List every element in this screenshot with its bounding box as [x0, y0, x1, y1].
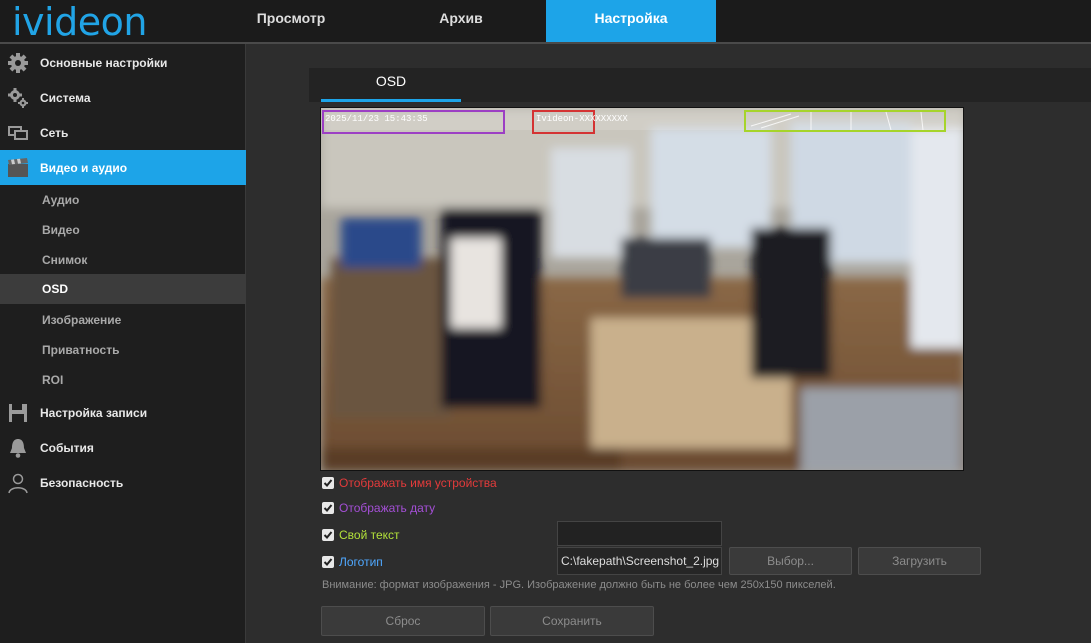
sidebar-item-network[interactable]: Сеть	[0, 115, 246, 150]
film-icon	[7, 157, 29, 179]
user-icon	[7, 472, 29, 494]
tab-osd[interactable]: OSD	[321, 68, 461, 102]
save-icon	[7, 402, 29, 424]
sidebar: Основные настройки Система Сеть Видео и …	[0, 44, 246, 643]
option-logo[interactable]: Логотип	[322, 555, 383, 569]
option-custom-text[interactable]: Свой текст	[322, 528, 400, 542]
date-checkbox[interactable]	[322, 502, 334, 514]
logo-format-note: Внимание: формат изображения - JPG. Изоб…	[322, 579, 836, 591]
tab-archive[interactable]: Архив	[420, 0, 502, 42]
sidebar-item-events[interactable]: События	[0, 430, 246, 465]
logo-checkbox[interactable]	[322, 556, 334, 568]
sidebar-subitem-osd[interactable]: OSD	[0, 274, 246, 304]
sidebar-subitem-roi[interactable]: ROI	[0, 365, 246, 395]
sidebar-item-general[interactable]: Основные настройки	[0, 45, 246, 80]
camera-image: 2025/11/23 15:43:35 Ivideon-XXXXXXXXX	[321, 108, 963, 470]
device-name-checkbox[interactable]	[322, 477, 334, 489]
sidebar-subitem-privacy[interactable]: Приватность	[0, 335, 246, 365]
network-icon	[7, 122, 29, 144]
tab-view[interactable]: Просмотр	[246, 0, 336, 42]
osd-tab-bar: OSD	[309, 68, 1091, 102]
sidebar-item-label: Видео и аудио	[40, 160, 128, 175]
date-label: Отображать дату	[339, 501, 436, 515]
device-name-label: Отображать имя устройства	[339, 476, 497, 490]
save-button[interactable]: Сохранить	[490, 606, 654, 636]
reset-button[interactable]: Сброс	[321, 606, 485, 636]
custom-text-label: Свой текст	[339, 528, 400, 542]
sidebar-item-label: Сеть	[40, 125, 69, 140]
gears-icon	[7, 87, 29, 109]
osd-date-overlay: 2025/11/23 15:43:35	[325, 114, 428, 124]
gear-icon	[7, 52, 29, 74]
sidebar-subitem-image[interactable]: Изображение	[0, 305, 246, 335]
tab-settings[interactable]: Настройка	[546, 0, 716, 42]
sidebar-subitem-audio[interactable]: Аудио	[0, 185, 246, 215]
main-content: OSD 2025/11/23 15:43:35 Ivideon-XXXXXXXX…	[247, 44, 1091, 643]
custom-text-input[interactable]	[557, 521, 722, 546]
option-device-name[interactable]: Отображать имя устройства	[322, 476, 497, 490]
sidebar-subitem-snapshot[interactable]: Снимок	[0, 245, 246, 275]
top-bar: ivideon Просмотр Архив Настройка	[0, 0, 1091, 42]
upload-button[interactable]: Загрузить	[858, 547, 981, 575]
option-date[interactable]: Отображать дату	[322, 501, 435, 515]
sidebar-subitem-video[interactable]: Видео	[0, 215, 246, 245]
bell-icon	[7, 437, 29, 459]
sidebar-item-label: События	[40, 440, 94, 455]
sidebar-item-label: Безопасность	[40, 475, 124, 490]
sidebar-item-label: Настройка записи	[40, 405, 148, 420]
sidebar-item-label: Система	[40, 90, 91, 105]
sidebar-item-security[interactable]: Безопасность	[0, 465, 246, 500]
sidebar-item-system[interactable]: Система	[0, 80, 246, 115]
ivideon-logo[interactable]: ivideon	[12, 2, 147, 42]
custom-text-checkbox[interactable]	[322, 529, 334, 541]
browse-button[interactable]: Выбор...	[729, 547, 852, 575]
logo-path-field[interactable]: C:\fakepath\Screenshot_2.jpg	[557, 547, 722, 575]
sidebar-item-label: Основные настройки	[40, 55, 168, 70]
logo-label: Логотип	[339, 555, 383, 569]
sidebar-item-recording[interactable]: Настройка записи	[0, 395, 246, 430]
camera-preview: 2025/11/23 15:43:35 Ivideon-XXXXXXXXX	[320, 107, 964, 471]
sidebar-item-video-audio[interactable]: Видео и аудио	[0, 150, 246, 185]
osd-device-name-overlay: Ivideon-XXXXXXXXX	[536, 114, 628, 124]
